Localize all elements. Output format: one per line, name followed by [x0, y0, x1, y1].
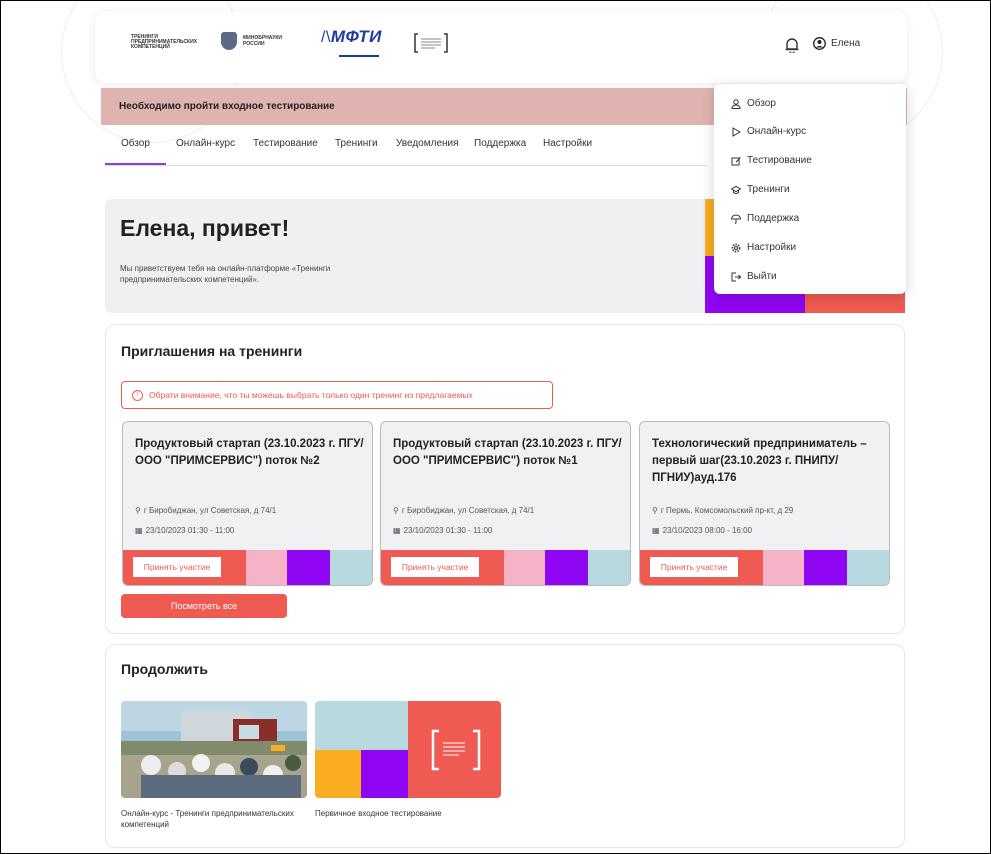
trainings-logo[interactable]: ТРЕНИНГИ ПРЕДПРИНИМАТЕЛЬСКИХ КОМПЕТЕНЦИЙ	[131, 35, 221, 50]
info-icon: !	[132, 389, 143, 401]
page-frame: ТРЕНИНГИ ПРЕДПРИНИМАТЕЛЬСКИХ КОМПЕТЕНЦИЙ…	[0, 0, 991, 854]
dropdown-item-overview[interactable]: Обзор	[731, 98, 776, 109]
training-title: Технологический предприниматель – первый…	[652, 438, 867, 484]
mipt-logo[interactable]: /\МФТИ	[321, 28, 382, 57]
dropdown-item-label: Онлайн-курс	[747, 126, 807, 137]
umbrella-icon	[731, 214, 741, 224]
header: ТРЕНИНГИ ПРЕДПРИНИМАТЕЛЬСКИХ КОМПЕТЕНЦИЙ…	[95, 11, 907, 83]
dropdown-item-label: Обзор	[747, 98, 776, 109]
bracket-logo-icon	[414, 33, 448, 53]
training-datetime: ▦ 23/10/2023 01:30 - 11:00	[135, 526, 234, 535]
tab-support[interactable]: Поддержка	[474, 138, 526, 149]
training-datetime: ▦ 23/10/2023 08:00 - 16:00	[652, 526, 752, 535]
training-datetime: ▦ 23/10/2023 01:30 - 11:00	[393, 526, 492, 535]
training-location-text: г Биробиджан, ул Советская, д 74/1	[143, 506, 277, 515]
thumb-yellow-block	[315, 750, 361, 798]
testing-alert-text: Необходимо пройти входное тестирование	[119, 101, 335, 112]
play-icon	[732, 126, 741, 137]
training-title: Продуктовый стартап (23.10.2023 г. ПГУ/ …	[393, 438, 622, 467]
training-datetime-text: 23/10/2023 01:30 - 11:00	[403, 526, 493, 535]
tab-trainings[interactable]: Тренинги	[335, 138, 378, 149]
dropdown-item-support[interactable]: Поддержка	[731, 213, 799, 224]
training-card[interactable]: Продуктовый стартап (23.10.2023 г. ПГУ/ …	[380, 421, 631, 586]
training-datetime-text: 23/10/2023 01:30 - 11:00	[145, 526, 235, 535]
dropdown-item-settings[interactable]: Настройки	[731, 242, 796, 253]
user-name: Елена	[831, 38, 861, 49]
mipt-underline	[339, 55, 379, 57]
dropdown-item-label: Настройки	[747, 242, 797, 253]
location-pin-icon: ⚲	[393, 506, 399, 515]
invitations-section: Приглашения на тренинги ! Обрати внимани…	[105, 324, 905, 634]
welcome-title: Елена, привет!	[120, 215, 290, 241]
accept-button[interactable]: Принять участие	[391, 557, 479, 577]
tab-online-course[interactable]: Онлайн-курс	[176, 138, 235, 149]
location-pin-icon: ⚲	[135, 506, 141, 515]
user-menu[interactable]: Елена	[813, 37, 860, 50]
training-title: Продуктовый стартап (23.10.2023 г. ПГУ/ …	[135, 438, 364, 467]
training-location: ⚲ г Биробиджан, ул Советская, д 74/1	[393, 506, 534, 515]
dropdown-item-testing[interactable]: Тестирование	[731, 155, 812, 166]
course-photo-image	[121, 701, 307, 798]
dropdown-item-online-course[interactable]: Онлайн-курс	[731, 126, 806, 137]
test-thumbnail[interactable]	[315, 701, 501, 798]
continue-section: Продолжить Онлайн-курс - Тренинги предпр…	[105, 644, 905, 848]
dropdown-item-label: Тестирование	[747, 155, 812, 166]
user-dropdown-menu: Обзор Онлайн-курс Тестирование Тренинги …	[714, 84, 906, 294]
tab-settings[interactable]: Настройки	[543, 138, 592, 149]
training-location-text: г Биробиджан, ул Советская, д 74/1	[401, 506, 535, 515]
calendar-icon: ▦	[652, 526, 660, 535]
bell-icon[interactable]	[785, 37, 799, 58]
dropdown-item-label: Поддержка	[747, 213, 800, 224]
edit-icon	[731, 156, 741, 165]
calendar-icon: ▦	[393, 526, 401, 535]
logout-icon	[731, 272, 741, 281]
training-location-text: г Пермь, Комсомольский пр-кт, д 29	[660, 506, 794, 515]
accept-button[interactable]: Принять участие	[133, 557, 221, 577]
dropdown-item-trainings[interactable]: Тренинги	[731, 184, 790, 195]
graduation-cap-icon	[731, 185, 741, 194]
welcome-text: Мы приветствуем тебя на онлайн-платформе…	[120, 264, 331, 284]
mipt-wave-icon: /\	[321, 29, 331, 46]
invitations-title: Приглашения на тренинги	[121, 343, 303, 359]
course-thumbnail[interactable]	[121, 701, 307, 798]
calendar-icon: ▦	[135, 526, 143, 535]
ministry-logo-text: МИНОБРНАУКИ РОССИИ	[243, 35, 282, 47]
mipt-logo-text: МФТИ	[330, 27, 382, 46]
nav-tabs: Обзор Онлайн-курс Тестирование Тренинги …	[105, 125, 707, 166]
dropdown-item-label: Тренинги	[747, 184, 790, 195]
accept-button[interactable]: Принять участие	[650, 557, 738, 577]
notice-box: ! Обрати внимание, что ты можешь выбрать…	[121, 381, 553, 409]
location-pin-icon: ⚲	[652, 506, 658, 515]
thumb-blue-block	[315, 701, 408, 750]
user-circle-icon	[813, 37, 826, 50]
gear-icon	[731, 243, 741, 252]
training-card[interactable]: Технологический предприниматель – первый…	[639, 421, 890, 586]
coat-of-arms-icon	[221, 32, 237, 50]
user-icon	[731, 98, 741, 109]
tab-overview[interactable]: Обзор	[105, 138, 166, 165]
training-datetime-text: 23/10/2023 08:00 - 16:00	[662, 526, 752, 535]
test-label[interactable]: Первичное входное тестирование	[315, 808, 505, 819]
view-all-button[interactable]: Посмотреть все	[121, 594, 287, 618]
ministry-logo[interactable]: МИНОБРНАУКИ РОССИИ	[221, 32, 287, 50]
partner-logo[interactable]	[413, 32, 449, 54]
course-label[interactable]: Онлайн-курс - Тренинги предпринимательск…	[121, 808, 311, 830]
bracket-logo-icon	[431, 729, 481, 771]
dropdown-item-label: Выйти	[747, 271, 777, 282]
continue-title: Продолжить	[121, 661, 208, 677]
tab-testing[interactable]: Тестирование	[253, 138, 318, 149]
training-location: ⚲ г Биробиджан, ул Советская, д 74/1	[135, 506, 276, 515]
dropdown-item-logout[interactable]: Выйти	[731, 271, 777, 282]
notice-text: Обрати внимание, что ты можешь выбрать т…	[149, 390, 473, 400]
tab-notifications[interactable]: Уведомления	[396, 138, 459, 149]
training-card[interactable]: Продуктовый стартап (23.10.2023 г. ПГУ/ …	[122, 421, 373, 586]
training-location: ⚲ г Пермь, Комсомольский пр-кт, д 29	[652, 506, 793, 515]
thumb-purple-block	[361, 750, 408, 798]
